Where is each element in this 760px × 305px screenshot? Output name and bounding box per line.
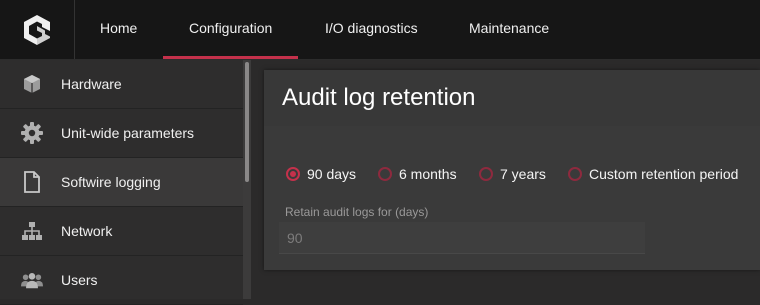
retention-days-label: Retain audit logs for (days) (285, 205, 429, 219)
logo-icon (24, 14, 50, 45)
sidebar: Hardware Unit-wide parameters Softwire l… (0, 60, 243, 305)
top-navigation-bar: Home Configuration I/O diagnostics Maint… (0, 0, 760, 60)
page-title: Audit log retention (282, 84, 476, 111)
cube-icon (21, 74, 43, 94)
sidebar-item-label: Network (61, 223, 113, 239)
radio-label: 6 months (399, 166, 457, 182)
tab-maintenance[interactable]: Maintenance (469, 0, 549, 59)
logo[interactable] (0, 0, 75, 59)
radio-6-months[interactable]: 6 months (378, 165, 457, 183)
users-icon (21, 270, 43, 290)
sidebar-item-label: Users (61, 272, 98, 288)
radio-custom-retention[interactable]: Custom retention period (568, 165, 738, 183)
radio-label: 90 days (307, 166, 357, 182)
radio-label: 7 years (500, 166, 546, 182)
radio-circle (568, 167, 582, 181)
sidebar-item-unit-wide-parameters[interactable]: Unit-wide parameters (0, 109, 243, 158)
sidebar-item-network[interactable]: Network (0, 207, 243, 256)
document-icon (21, 171, 43, 193)
sidebar-item-softwire-logging[interactable]: Softwire logging (0, 158, 243, 207)
sidebar-item-label: Softwire logging (61, 174, 161, 190)
sidebar-item-label: Unit-wide parameters (61, 125, 195, 141)
gear-icon (21, 122, 43, 144)
tab-io-diagnostics[interactable]: I/O diagnostics (325, 0, 418, 59)
tab-home[interactable]: Home (100, 0, 137, 59)
sidebar-item-hardware[interactable]: Hardware (0, 60, 243, 109)
retention-days-input[interactable] (279, 222, 645, 254)
sidebar-scrollbar-thumb[interactable] (245, 62, 249, 182)
radio-7-years[interactable]: 7 years (479, 165, 546, 183)
radio-label: Custom retention period (589, 166, 739, 182)
tab-configuration[interactable]: Configuration (162, 0, 299, 59)
sidebar-item-users[interactable]: Users (0, 256, 243, 305)
network-icon (21, 221, 43, 241)
sidebar-item-label: Hardware (61, 76, 122, 92)
radio-circle (378, 167, 392, 181)
radio-90-days[interactable]: 90 days (286, 165, 356, 183)
radio-circle (479, 167, 493, 181)
radio-circle (286, 167, 300, 181)
